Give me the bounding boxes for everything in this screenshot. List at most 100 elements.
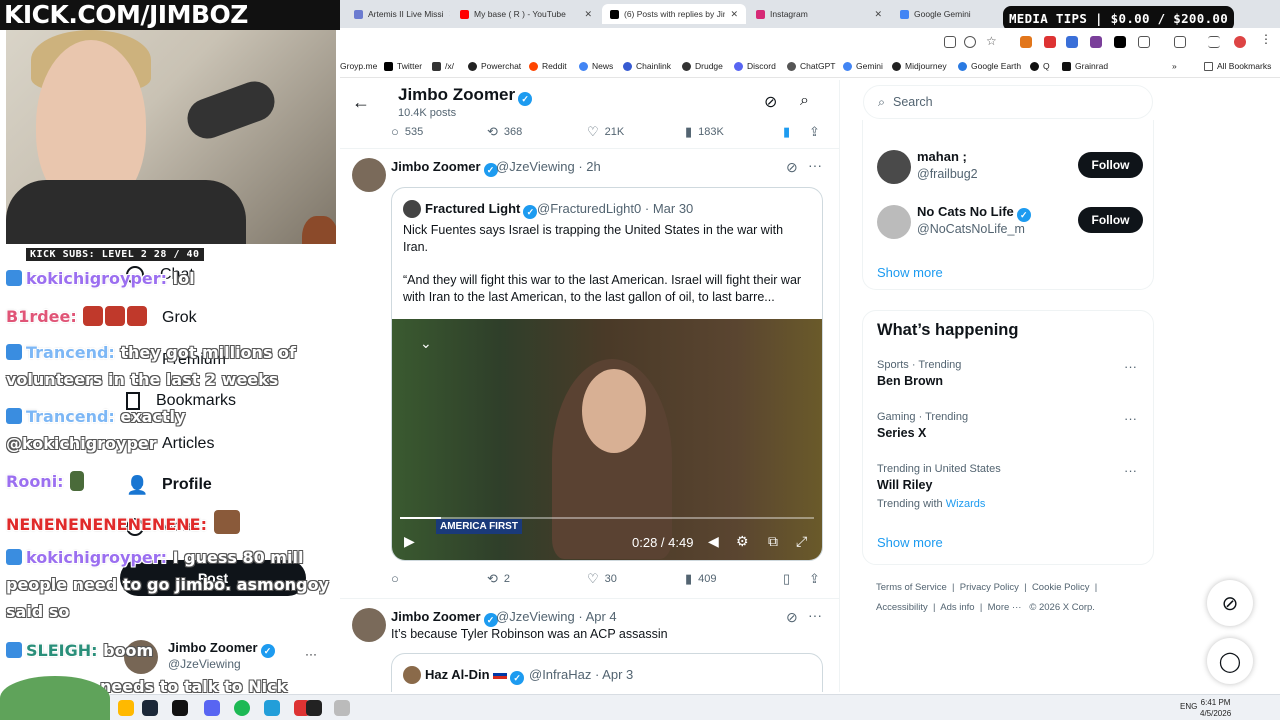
- back-arrow-icon[interactable]: ←: [352, 92, 370, 113]
- bookmark-gemini[interactable]: Gemini: [843, 61, 883, 71]
- trend-more-icon[interactable]: ···: [1124, 411, 1137, 426]
- bookmark-chatgpt[interactable]: ChatGPT: [787, 61, 835, 71]
- trend-more-icon[interactable]: ···: [1124, 463, 1137, 478]
- search-icon[interactable]: ⌕: [800, 92, 809, 110]
- close-tab-icon[interactable]: ✕: [874, 9, 882, 20]
- discord-icon[interactable]: [204, 700, 220, 716]
- share-button[interactable]: ⇪: [809, 124, 820, 140]
- bookmark-button[interactable]: ▯: [783, 571, 790, 587]
- extension-icon[interactable]: [1066, 36, 1078, 48]
- trend-related-link[interactable]: Wizards: [946, 498, 986, 510]
- zoom-icon[interactable]: [964, 36, 976, 48]
- tab-youtube[interactable]: My base ( R ) - YouTube ✕: [452, 4, 600, 24]
- grok-icon[interactable]: ⊘: [786, 159, 798, 176]
- bookmark-powerchat[interactable]: Powerchat: [468, 61, 521, 71]
- bookmark-reddit[interactable]: Reddit: [529, 61, 567, 71]
- reply-button[interactable]: ○: [391, 571, 405, 586]
- bookmark-twitter[interactable]: Twitter: [384, 61, 422, 71]
- footer-link[interactable]: Accessibility: [876, 602, 928, 613]
- account-menu-icon[interactable]: ···: [305, 647, 317, 661]
- app-icon[interactable]: [334, 700, 350, 716]
- volume-icon[interactable]: ◀: [708, 533, 719, 550]
- file-explorer-icon[interactable]: [118, 700, 134, 716]
- search-input[interactable]: ⌕ Search: [863, 85, 1153, 119]
- app-icon[interactable]: [306, 700, 322, 716]
- all-bookmarks[interactable]: All Bookmarks: [1204, 61, 1271, 71]
- kebab-menu-icon[interactable]: ⋮: [1260, 32, 1272, 46]
- picture-in-picture-icon[interactable]: ⧉: [768, 533, 778, 550]
- tweet-more-icon[interactable]: ···: [808, 607, 822, 623]
- follow-button[interactable]: Follow: [1078, 152, 1143, 178]
- fullscreen-icon[interactable]: ⤢: [796, 533, 807, 550]
- trend-item[interactable]: Sports · Trending Ben Brown ···: [877, 359, 1143, 388]
- close-tab-icon[interactable]: ✕: [449, 9, 450, 20]
- bookmark-groyp[interactable]: Groyp.me: [340, 61, 377, 71]
- bookmark-discord[interactable]: Discord: [734, 61, 776, 71]
- bookmark-button[interactable]: ▮: [783, 124, 790, 140]
- video-progress-bar[interactable]: [400, 517, 814, 519]
- bookmark-q[interactable]: Q: [1030, 61, 1050, 71]
- like-button[interactable]: ♡ 30: [587, 571, 617, 587]
- bookmark-google-earth[interactable]: Google Earth: [958, 61, 1021, 71]
- trend-item[interactable]: Gaming · Trending Series X ···: [877, 411, 1143, 440]
- taskbar-clock[interactable]: 6:41 PM 4/5/2026: [1200, 697, 1231, 719]
- bookmarks-overflow-icon[interactable]: »: [1172, 61, 1177, 71]
- split-view-icon[interactable]: [1174, 36, 1186, 48]
- profile-avatar-icon[interactable]: [1234, 36, 1246, 48]
- grok-fab-icon[interactable]: ⊘: [1207, 580, 1253, 626]
- share-button[interactable]: ⇪: [809, 571, 820, 587]
- follow-button[interactable]: Follow: [1078, 207, 1143, 233]
- bookmark-news[interactable]: News: [579, 61, 613, 71]
- extension-icon[interactable]: [1044, 36, 1056, 48]
- tab-artemis[interactable]: Artemis II Live Missi✕: [346, 4, 450, 24]
- bookmark-chainlink[interactable]: Chainlink: [623, 61, 671, 71]
- tweet-author[interactable]: Jimbo Zoomer ✓: [391, 159, 498, 177]
- tweet-avatar[interactable]: [352, 158, 386, 192]
- show-more-link[interactable]: Show more: [877, 535, 943, 550]
- tweet-author[interactable]: Jimbo Zoomer ✓: [391, 609, 498, 627]
- tweet-avatar[interactable]: [352, 608, 386, 642]
- close-tab-icon[interactable]: ✕: [730, 9, 738, 20]
- nav-profile[interactable]: 👤 Profile: [126, 475, 212, 495]
- grok-icon[interactable]: ⊘: [786, 609, 798, 626]
- follow-suggestion[interactable]: No Cats No Life ✓ @NoCatsNoLife_m Follow: [877, 202, 1143, 242]
- footer-link[interactable]: More ···: [988, 602, 1022, 613]
- bookmark-drudge[interactable]: Drudge: [682, 61, 723, 71]
- repost-button[interactable]: ⟲ 2: [487, 571, 510, 587]
- puzzle-extensions-icon[interactable]: [1138, 36, 1150, 48]
- footer-link[interactable]: Cookie Policy: [1032, 582, 1090, 593]
- play-icon[interactable]: ▶: [404, 533, 415, 550]
- star-bookmark-icon[interactable]: ☆: [986, 34, 998, 48]
- show-more-link[interactable]: Show more: [877, 265, 943, 280]
- repost-button[interactable]: ⟲ 368: [487, 124, 522, 140]
- bookmark-x-board[interactable]: /x/: [432, 61, 454, 71]
- reply-button[interactable]: ○ 535: [391, 124, 423, 139]
- metamask-extension-icon[interactable]: [1020, 36, 1032, 48]
- tab-x-posts[interactable]: (6) Posts with replies by Jimb ✕: [602, 4, 746, 24]
- close-tab-icon[interactable]: ✕: [584, 9, 592, 20]
- x-extension-icon[interactable]: [1114, 36, 1126, 48]
- like-button[interactable]: ♡ 21K: [587, 124, 624, 140]
- footer-link[interactable]: Ads info: [940, 602, 974, 613]
- views-button[interactable]: ▮ 183K: [685, 124, 724, 140]
- follow-suggestion[interactable]: mahan ; @frailbug2 Follow: [877, 147, 1143, 187]
- install-app-icon[interactable]: [944, 36, 956, 48]
- trend-more-icon[interactable]: ···: [1124, 359, 1137, 374]
- quoted-tweet[interactable]: Haz Al-Din ✓ @InfraHaz · Apr 3: [391, 653, 823, 692]
- tab-instagram[interactable]: Instagram ✕: [748, 4, 890, 24]
- terminal-icon[interactable]: [172, 700, 188, 716]
- collapse-chevron-icon[interactable]: ⌄: [420, 335, 432, 352]
- trend-item[interactable]: Trending in United States Will Riley Tre…: [877, 463, 1143, 510]
- views-button[interactable]: ▮ 409: [685, 571, 717, 587]
- bookmark-grainrad[interactable]: Grainrad: [1062, 61, 1108, 71]
- telegram-icon[interactable]: [264, 700, 280, 716]
- footer-link[interactable]: Terms of Service: [876, 582, 947, 593]
- tweet-more-icon[interactable]: ···: [808, 157, 822, 173]
- spotify-icon[interactable]: [234, 700, 250, 716]
- tab-gemini[interactable]: Google Gemini: [892, 4, 1012, 24]
- menu-icon[interactable]: [1208, 36, 1220, 48]
- language-indicator[interactable]: ENG: [1180, 702, 1197, 711]
- messages-fab-icon[interactable]: ◯: [1207, 638, 1253, 684]
- bookmark-midjourney[interactable]: Midjourney: [892, 61, 947, 71]
- quoted-tweet[interactable]: Fractured Light ✓ @FracturedLight0 · Mar …: [391, 187, 823, 561]
